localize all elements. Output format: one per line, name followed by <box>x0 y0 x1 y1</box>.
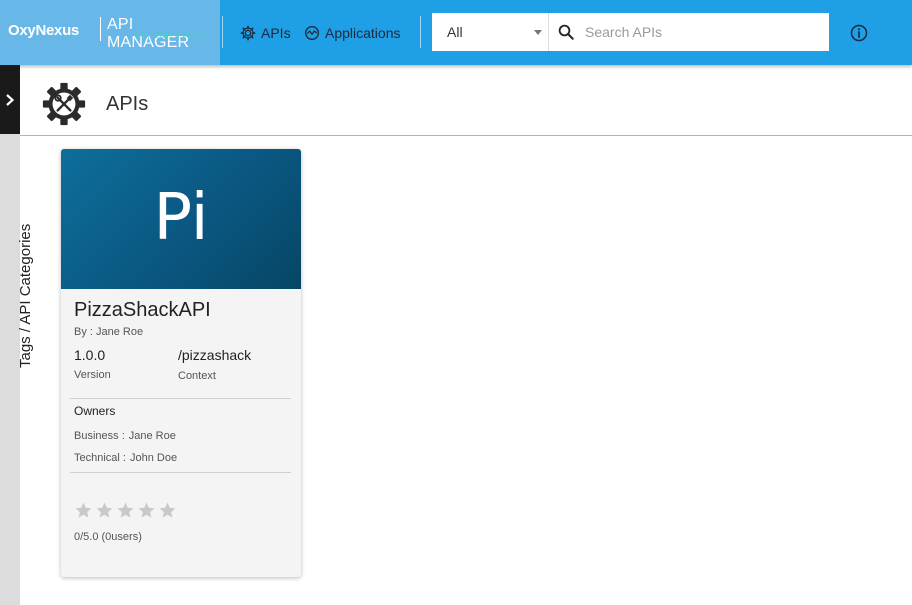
api-name[interactable]: PizzaShackAPI <box>74 299 211 322</box>
caret-down-icon <box>534 30 542 35</box>
brand-divider <box>100 17 101 41</box>
chevron-right-icon <box>6 93 15 106</box>
owner-technical: Technical : John Doe <box>74 452 177 464</box>
rating-text: 0/5.0 (0users) <box>74 531 142 543</box>
page-header: APIs <box>20 65 912 136</box>
search-filter-value: All <box>447 24 463 40</box>
top-header: OxyNexus API MANAGER DEVELOPER PORTAL AP… <box>0 0 912 65</box>
api-context: /pizzashack <box>178 347 252 363</box>
gear-tools-icon <box>42 82 86 126</box>
applications-icon <box>305 26 319 40</box>
brand-logo[interactable]: OxyNexus API MANAGER DEVELOPER PORTAL <box>0 0 220 65</box>
star-icon[interactable] <box>116 501 135 520</box>
card-divider <box>70 398 291 399</box>
rating-stars[interactable] <box>74 501 179 520</box>
nav-item-applications[interactable]: Applications <box>304 22 401 44</box>
api-version-label: Version <box>74 369 111 381</box>
search-box <box>549 13 829 51</box>
api-author: By : Jane Roe <box>74 326 144 338</box>
brand-name: OxyNexus <box>8 22 79 39</box>
sidebar-tags-label: Tags / API Categories <box>17 223 34 368</box>
gear-icon <box>240 25 256 41</box>
nav-item-apis[interactable]: APIs <box>240 22 291 44</box>
brand-subtitle: DEVELOPER PORTAL <box>136 33 211 40</box>
star-icon[interactable] <box>74 501 93 520</box>
api-card[interactable]: Pi PizzaShackAPI By : Jane Roe 1.0.0 Ver… <box>61 149 301 577</box>
nav-item-apis-label: APIs <box>261 25 291 41</box>
owner-business-label: Business : <box>74 430 125 442</box>
owners-title: Owners <box>74 404 116 418</box>
sidebar-toggle-button[interactable] <box>0 65 20 134</box>
card-divider-2 <box>70 472 291 473</box>
owner-technical-value: John Doe <box>129 452 178 464</box>
page-title: APIs <box>106 93 149 115</box>
sidebar-tags-panel[interactable] <box>0 134 20 605</box>
star-icon[interactable] <box>95 501 114 520</box>
star-icon[interactable] <box>137 501 156 520</box>
info-icon[interactable] <box>850 24 868 42</box>
search-icon[interactable] <box>557 23 575 41</box>
api-thumbnail-text: Pi <box>153 181 209 255</box>
search-input[interactable] <box>585 24 815 40</box>
nav-divider-2 <box>420 16 421 48</box>
owner-technical-label: Technical : <box>74 452 126 464</box>
search-filter-select[interactable]: All <box>432 13 549 51</box>
api-context-label: Context <box>178 370 216 382</box>
api-thumbnail[interactable]: Pi <box>61 149 301 289</box>
star-icon[interactable] <box>158 501 177 520</box>
owner-business-value: Jane Roe <box>128 430 176 442</box>
owner-business: Business : Jane Roe <box>74 430 176 442</box>
api-version: 1.0.0 <box>74 347 106 363</box>
nav-divider <box>222 16 223 48</box>
nav-item-applications-label: Applications <box>325 25 401 41</box>
